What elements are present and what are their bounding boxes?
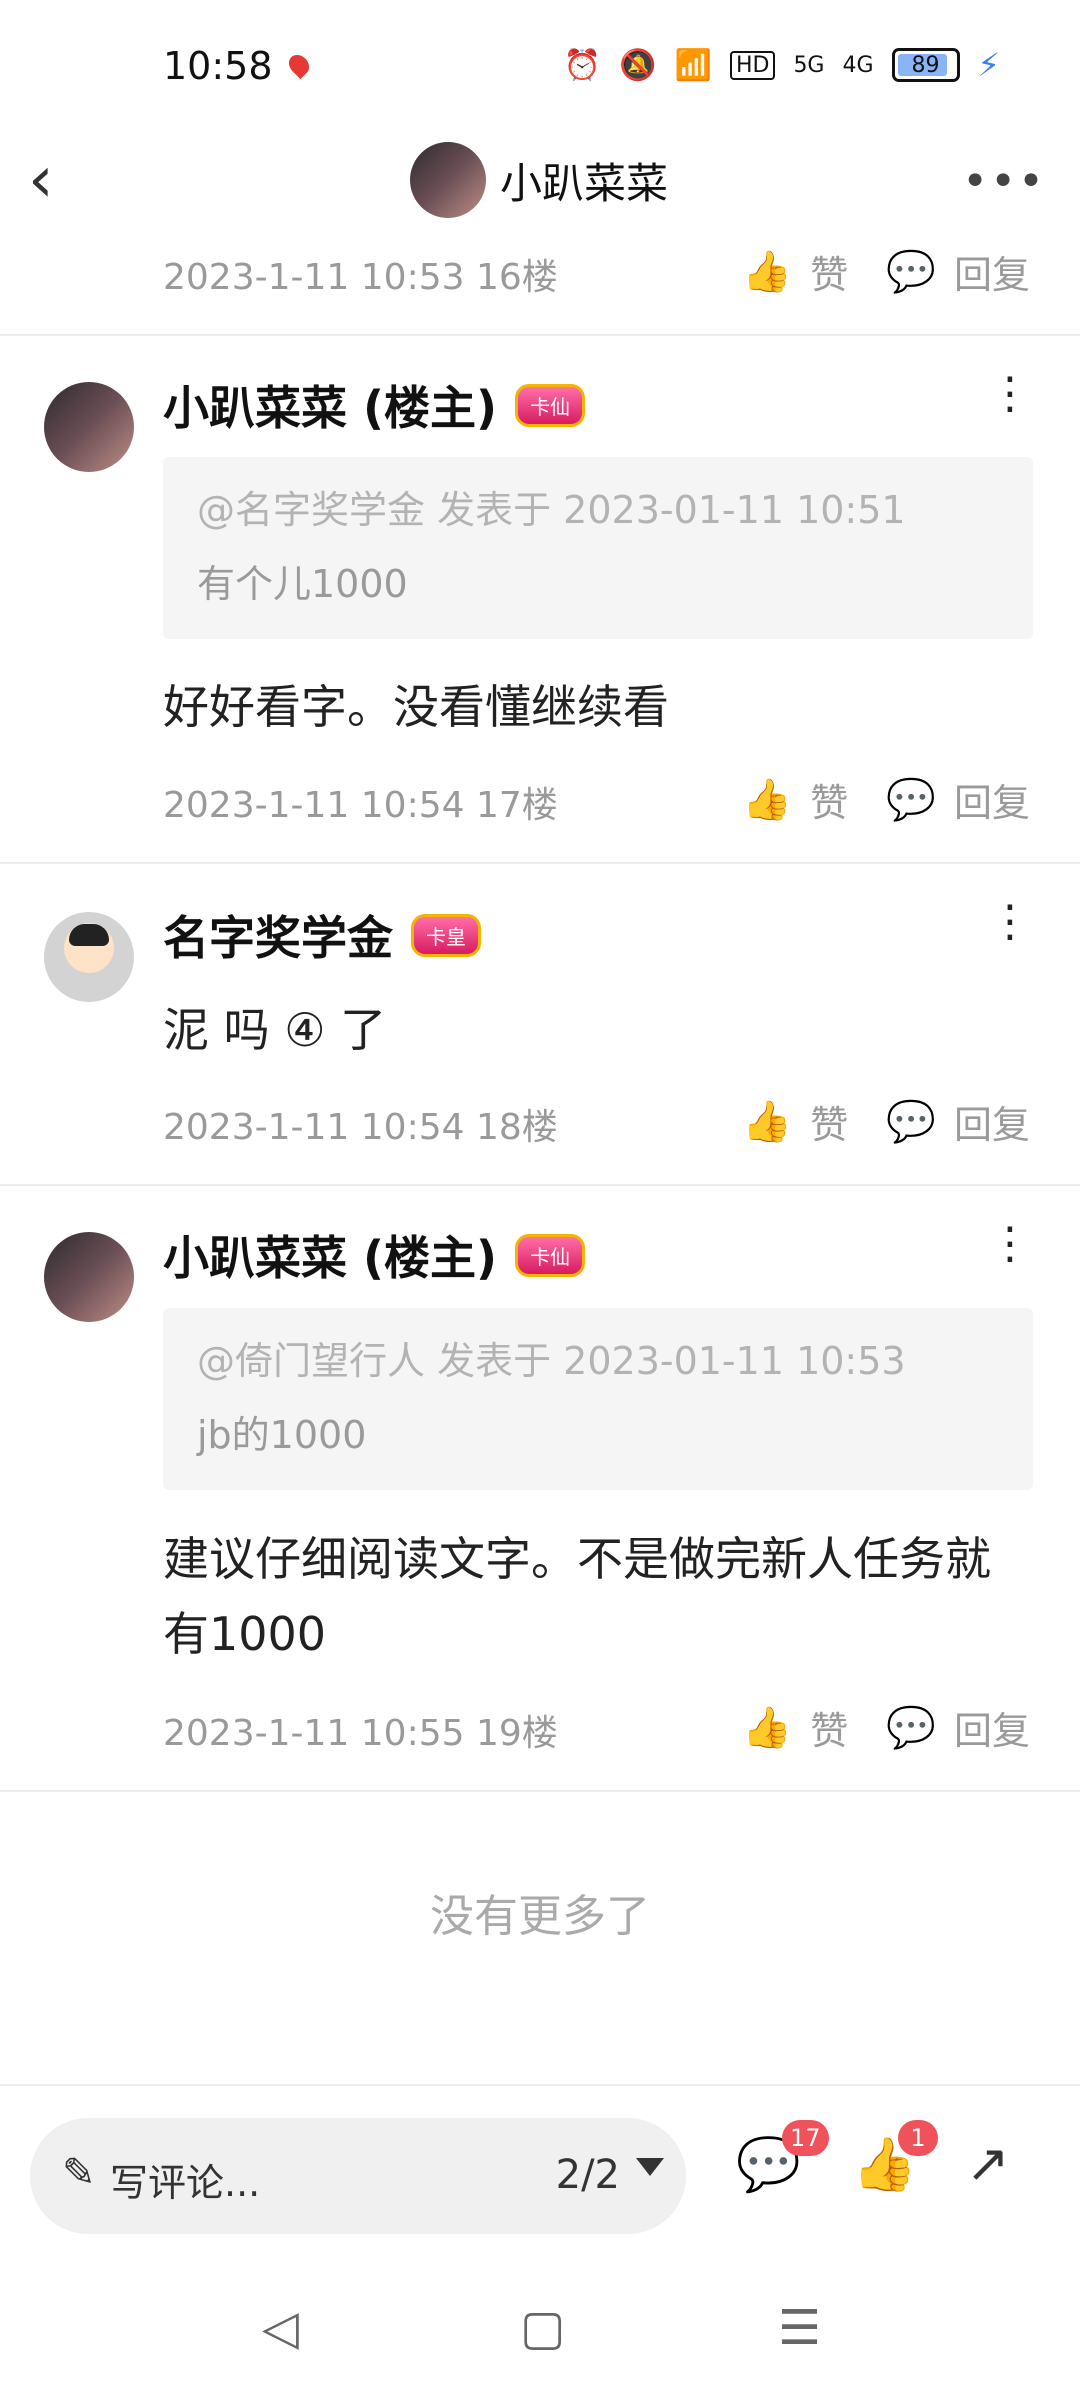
post-meta: 2023-1-11 10:55 19楼 [163,1713,558,1754]
comment-input[interactable]: ✎ 写评论... 2/2 [30,2118,686,2234]
quote-reference: @倚门望行人 发表于 2023-01-11 10:53 [197,1339,906,1383]
battery-icon: 89 [891,48,960,82]
location-icon [284,50,314,80]
post-author-row: 小趴菜菜 (楼主) 卡仙 [163,1222,586,1288]
mute-icon: 🔕 [619,47,657,83]
thumbs-up-icon[interactable]: 👍 [742,1098,792,1145]
signal-5g-icon: 5G [793,52,825,78]
author-name[interactable]: 小趴菜菜 (楼主) [163,372,497,438]
author-name[interactable]: 小趴菜菜 (楼主) [163,1222,497,1288]
post-author-row: 小趴菜菜 (楼主) 卡仙 [163,372,586,438]
post-content: 建议仔细阅读文字。不是做完新人任务就有1000 [163,1532,991,1661]
comment-count-badge: 17 [782,2120,829,2156]
divider [0,1184,1080,1186]
thumbs-up-icon[interactable]: 👍 [742,1704,792,1751]
post-actions: 👍 赞 💬 回复 [742,1094,1030,1149]
quote-text: jb的1000 [197,1413,367,1457]
post-content: 好好看字。没看懂继续看 [163,680,669,734]
hd-icon: HD [729,50,776,80]
comment-icon[interactable]: 💬 [886,776,936,823]
end-of-list-text: 没有更多了 [430,1891,650,1942]
system-nav-bar: ◁ ▢ ☰ [0,2270,1080,2390]
page-title: 小趴菜菜 [500,158,669,208]
reply-button[interactable]: 回复 [954,244,1030,299]
nav-back-icon[interactable]: ◁ [262,2300,299,2356]
alarm-icon: ⏰ [563,47,602,83]
share-icon[interactable]: ↗ [966,2134,1010,2194]
signal-4g-icon: 4G [842,52,874,78]
post-author-row: 名字奖学金 卡皇 [163,902,481,968]
thumbs-up-icon[interactable]: 👍 [742,776,792,823]
status-icons: ⏰ 🔕 📶 HD 5G 4G 89 ⚡ [564,46,1000,84]
post-menu-icon[interactable]: ⋮ [988,900,1032,944]
battery-level: 89 [911,52,940,78]
status-bar: 10:58 ⏰ 🔕 📶 HD 5G 4G 89 ⚡ [0,0,1080,130]
quoted-comment[interactable]: @名字奖学金 发表于 2023-01-11 10:51 有个儿1000 [163,457,1033,639]
post-menu-icon[interactable]: ⋮ [988,372,1032,416]
post-meta: 2023-1-11 10:54 18楼 [163,1107,558,1148]
quoted-comment[interactable]: @倚门望行人 发表于 2023-01-11 10:53 jb的1000 [163,1308,1033,1490]
divider [0,862,1080,864]
divider [0,334,1080,336]
comment-icon[interactable]: 💬 [886,248,936,295]
back-button[interactable]: ‹ [28,148,54,212]
charging-icon: ⚡ [977,46,1000,84]
rank-badge: 卡皇 [411,913,481,957]
post-meta: 2023-1-11 10:54 17楼 [163,785,558,826]
post-meta: 2023-1-11 10:53 16楼 [163,257,558,298]
rank-badge: 卡仙 [515,383,586,427]
like-button[interactable]: 赞 [810,244,848,299]
post-actions: 👍 赞 💬 回复 [742,772,1030,827]
wifi-icon: 📶 [674,47,712,83]
thumbs-up-icon[interactable]: 👍 [742,248,792,295]
like-count-badge: 1 [898,2120,938,2156]
avatar[interactable] [44,1232,134,1322]
comment-icon[interactable]: 💬 [886,1098,936,1145]
comment-icon[interactable]: 💬 [886,1704,936,1751]
more-options-icon[interactable]: ••• [962,156,1046,207]
nav-menu-icon[interactable]: ☰ [778,2300,821,2356]
author-name[interactable]: 名字奖学金 [163,902,393,968]
avatar[interactable] [44,912,134,1002]
post-actions: 👍 赞 💬 回复 [742,244,1030,299]
rank-badge: 卡仙 [515,1233,586,1277]
status-time: 10:58 [163,44,273,88]
like-button[interactable]: 赞 [810,1094,848,1149]
quote-reference: @名字奖学金 发表于 2023-01-11 10:51 [197,488,906,532]
like-button[interactable]: 赞 [810,772,848,827]
divider [0,1790,1080,1792]
pencil-icon: ✎ [62,2150,96,2196]
comment-placeholder: 写评论... [110,2161,261,2205]
thread-owner[interactable]: 小趴菜菜 [410,142,668,218]
chevron-down-icon[interactable] [636,2158,664,2176]
reply-button[interactable]: 回复 [954,1700,1030,1755]
post-actions: 👍 赞 💬 回复 [742,1700,1030,1755]
nav-home-icon[interactable]: ▢ [520,2300,565,2356]
avatar[interactable] [410,142,486,218]
page-indicator[interactable]: 2/2 [556,2152,620,2198]
post-menu-icon[interactable]: ⋮ [988,1222,1032,1266]
reply-button[interactable]: 回复 [954,1094,1030,1149]
post-content: 泥 吗 ④ 了 [163,1003,387,1057]
avatar[interactable] [44,382,134,472]
top-nav: ‹ 小趴菜菜 ••• [0,130,1080,230]
bottom-action-bar: ✎ 写评论... 2/2 💬 17 👍 1 ↗ [0,2086,1080,2246]
like-button[interactable]: 赞 [810,1700,848,1755]
quote-text: 有个儿1000 [197,562,408,606]
reply-button[interactable]: 回复 [954,772,1030,827]
